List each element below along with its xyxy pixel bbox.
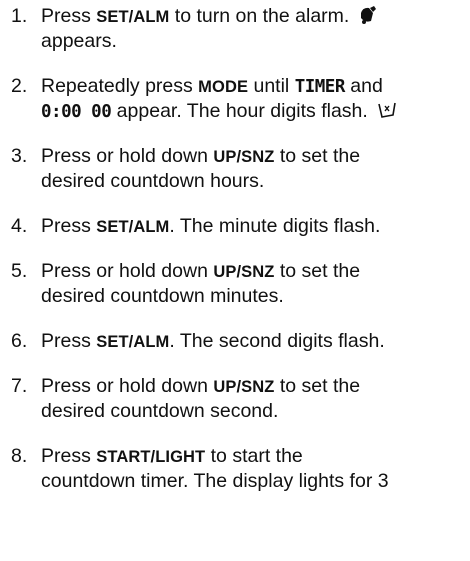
- key-up-snz: UP/SNZ: [213, 378, 275, 396]
- step-number: 4.: [11, 215, 28, 237]
- step-text: Press or hold down UP/SNZ to set the des…: [41, 145, 361, 192]
- step-number: 6.: [11, 330, 28, 352]
- key-set-alm: SET/ALM: [96, 8, 170, 26]
- step-text: Press START/LIGHT to start the countdown…: [41, 445, 389, 492]
- step-text: Press or hold down UP/SNZ to set the des…: [41, 375, 361, 422]
- key-up-snz: UP/SNZ: [213, 148, 275, 166]
- lcd-timer-text: TIMER: [294, 77, 346, 97]
- key-up-snz: UP/SNZ: [213, 263, 275, 281]
- key-start-light: START/LIGHT: [96, 448, 206, 466]
- alarm-bell-icon: [358, 5, 378, 32]
- key-set-alm: SET/ALM: [96, 333, 170, 351]
- step-text: Repeatedly press MODE until TIMER and 0:…: [41, 74, 470, 124]
- key-set-alm: SET/ALM: [96, 218, 170, 236]
- step-text: Press SET/ALM. The second digits flash.: [41, 330, 385, 352]
- step-number: 8.: [11, 445, 28, 467]
- step-number: 1.: [11, 5, 28, 27]
- step-text: Press SET/ALM to turn on the alarm. appe…: [41, 4, 470, 54]
- step-number: 3.: [11, 145, 28, 167]
- step-number: 7.: [11, 375, 28, 397]
- step-text: Press SET/ALM. The minute digits flash.: [41, 215, 381, 237]
- flash-digits-icon: [376, 100, 397, 127]
- step-number: 2.: [11, 75, 28, 97]
- key-mode: MODE: [198, 78, 249, 96]
- lcd-time-text: 0:00 00: [41, 102, 112, 122]
- step-text: Press or hold down UP/SNZ to set the des…: [41, 260, 361, 307]
- step-number: 5.: [11, 260, 28, 282]
